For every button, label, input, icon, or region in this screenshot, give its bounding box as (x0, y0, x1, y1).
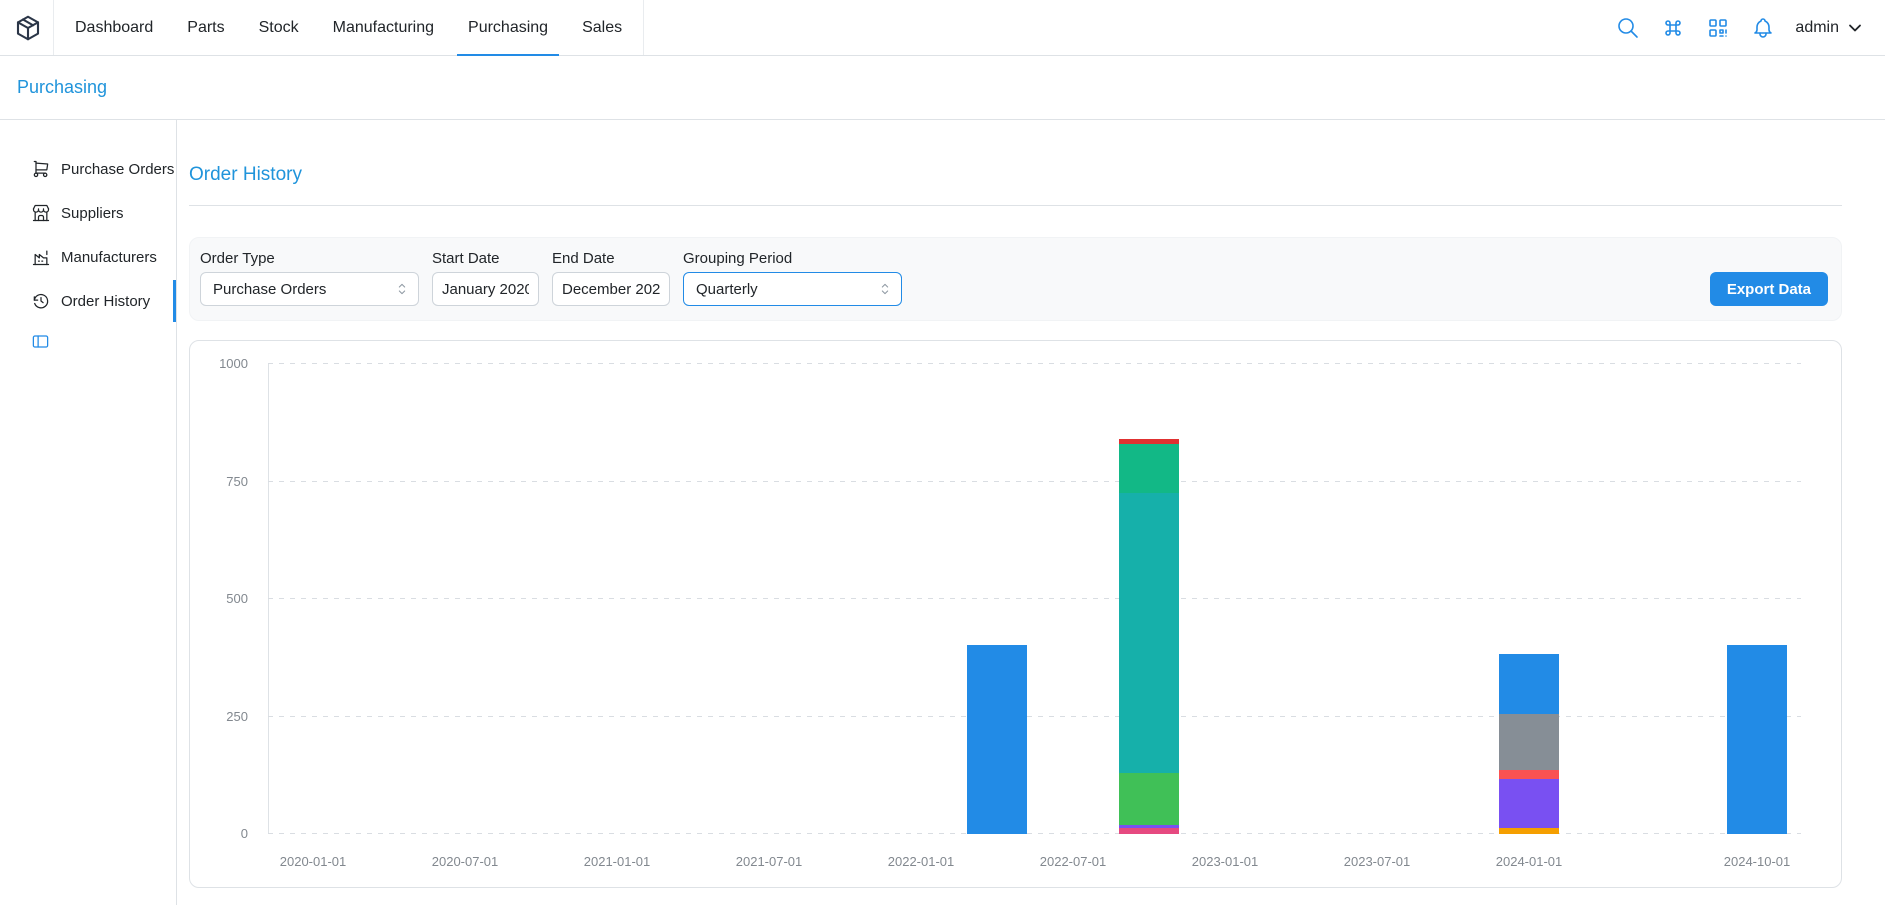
content-area: Purchase Orders Suppliers Manufacturers (0, 120, 1885, 905)
history-clock-icon (31, 291, 51, 311)
order-type-select[interactable]: Purchase Orders (200, 272, 419, 306)
page-title: Order History (189, 163, 1842, 186)
end-date-field: End Date (552, 250, 670, 306)
x-axis-tick-label: 2024-01-01 (1496, 854, 1563, 869)
grouping-period-value: Quarterly (696, 281, 869, 298)
search-icon[interactable] (1615, 15, 1641, 41)
main-nav-tabs: Dashboard Parts Stock Manufacturing Purc… (53, 0, 644, 55)
bar-segment[interactable] (1499, 779, 1559, 828)
breadcrumb: Purchasing (0, 56, 1885, 120)
bell-icon[interactable] (1750, 15, 1776, 41)
tab-parts[interactable]: Parts (170, 0, 241, 55)
purchasing-sidebar: Purchase Orders Suppliers Manufacturers (0, 120, 177, 905)
x-axis-tick-label: 2021-01-01 (584, 854, 651, 869)
x-axis-tick-label: 2024-10-01 (1724, 854, 1791, 869)
main-panel: Order History Order Type Purchase Orders… (177, 120, 1885, 905)
y-axis-tick-label: 750 (226, 474, 248, 490)
command-icon[interactable] (1660, 15, 1686, 41)
export-data-button[interactable]: Export Data (1710, 272, 1828, 306)
grouping-period-select[interactable]: Quarterly (683, 272, 902, 306)
package-box-icon (13, 13, 43, 43)
chevron-down-icon (1845, 18, 1865, 38)
factory-icon (31, 247, 51, 267)
sidebar-item-order-history[interactable]: Order History (0, 279, 176, 323)
bar-segment[interactable] (1499, 828, 1559, 834)
gridline (268, 716, 1801, 717)
y-axis-line (268, 364, 269, 834)
grouping-period-label: Grouping Period (683, 250, 902, 268)
top-navbar: Dashboard Parts Stock Manufacturing Purc… (0, 0, 1885, 56)
user-menu[interactable]: admin (1795, 18, 1865, 38)
gridline (268, 833, 1801, 834)
bar-segment[interactable] (1119, 828, 1179, 834)
bar-segment[interactable] (967, 645, 1027, 834)
start-date-field: Start Date (432, 250, 539, 306)
sidebar-item-label: Manufacturers (61, 249, 157, 266)
shopping-cart-icon (31, 159, 51, 179)
bar-segment[interactable] (1499, 770, 1559, 778)
y-axis-tick-label: 250 (226, 709, 248, 725)
y-axis-tick-label: 0 (241, 826, 248, 842)
bar-segment[interactable] (1727, 645, 1787, 834)
tab-purchasing[interactable]: Purchasing (451, 0, 565, 55)
x-axis-tick-label: 2021-07-01 (736, 854, 803, 869)
x-axis-tick-label: 2020-07-01 (432, 854, 499, 869)
order-history-chart-card: 02505007501000 2020-01-012020-07-012021-… (189, 340, 1842, 888)
gridline (268, 598, 1801, 599)
sidebar-item-label: Order History (61, 293, 150, 310)
tab-dashboard[interactable]: Dashboard (58, 0, 170, 55)
navbar-actions: admin (1615, 0, 1885, 55)
grouping-period-field: Grouping Period Quarterly (683, 250, 902, 306)
sidebar-item-purchase-orders[interactable]: Purchase Orders (0, 147, 176, 191)
gridline (268, 363, 1801, 364)
sidebar-item-label: Suppliers (61, 205, 124, 222)
title-divider (189, 205, 1842, 206)
filter-panel: Order Type Purchase Orders Start Date En… (189, 237, 1842, 321)
bar-segment[interactable] (1119, 825, 1179, 829)
x-axis-tick-label: 2022-07-01 (1040, 854, 1107, 869)
end-date-input[interactable] (552, 272, 670, 306)
x-axis-tick-label: 2023-01-01 (1192, 854, 1259, 869)
chevron-up-down-icon (877, 281, 893, 297)
order-type-field: Order Type Purchase Orders (200, 250, 419, 306)
tab-stock[interactable]: Stock (242, 0, 316, 55)
bar-segment[interactable] (1119, 493, 1179, 773)
app-logo[interactable] (0, 0, 53, 55)
breadcrumb-purchasing-link[interactable]: Purchasing (17, 77, 107, 98)
start-date-input[interactable] (432, 272, 539, 306)
order-type-label: Order Type (200, 250, 419, 268)
x-axis-tick-label: 2022-01-01 (888, 854, 955, 869)
tab-manufacturing[interactable]: Manufacturing (316, 0, 451, 55)
building-store-icon (31, 203, 51, 223)
tab-sales[interactable]: Sales (565, 0, 639, 55)
bar-segment[interactable] (1119, 444, 1179, 493)
sidebar-item-label: Purchase Orders (61, 161, 174, 178)
chart-plot: 2020-01-012020-07-012021-01-012021-07-01… (268, 364, 1801, 834)
bar-segment[interactable] (1499, 654, 1559, 713)
end-date-label: End Date (552, 250, 670, 268)
x-axis-tick-label: 2020-01-01 (280, 854, 347, 869)
chart-y-labels: 02505007501000 (190, 364, 258, 834)
sidebar-item-manufacturers[interactable]: Manufacturers (0, 235, 176, 279)
bar-segment[interactable] (1499, 714, 1559, 770)
app-window: Dashboard Parts Stock Manufacturing Purc… (0, 0, 1885, 906)
sidebar-item-suppliers[interactable]: Suppliers (0, 191, 176, 235)
bar-segment[interactable] (1119, 439, 1179, 444)
bar-segment[interactable] (1119, 773, 1179, 825)
gridline (268, 481, 1801, 482)
y-axis-tick-label: 500 (226, 591, 248, 607)
qrcode-scan-icon[interactable] (1705, 15, 1731, 41)
order-type-value: Purchase Orders (213, 281, 386, 298)
collapse-sidebar-button[interactable] (31, 332, 53, 354)
start-date-label: Start Date (432, 250, 539, 268)
chevron-up-down-icon (394, 281, 410, 297)
x-axis-tick-label: 2023-07-01 (1344, 854, 1411, 869)
layout-sidebar-icon (31, 332, 50, 351)
y-axis-tick-label: 1000 (219, 356, 248, 372)
username-label: admin (1795, 19, 1839, 37)
